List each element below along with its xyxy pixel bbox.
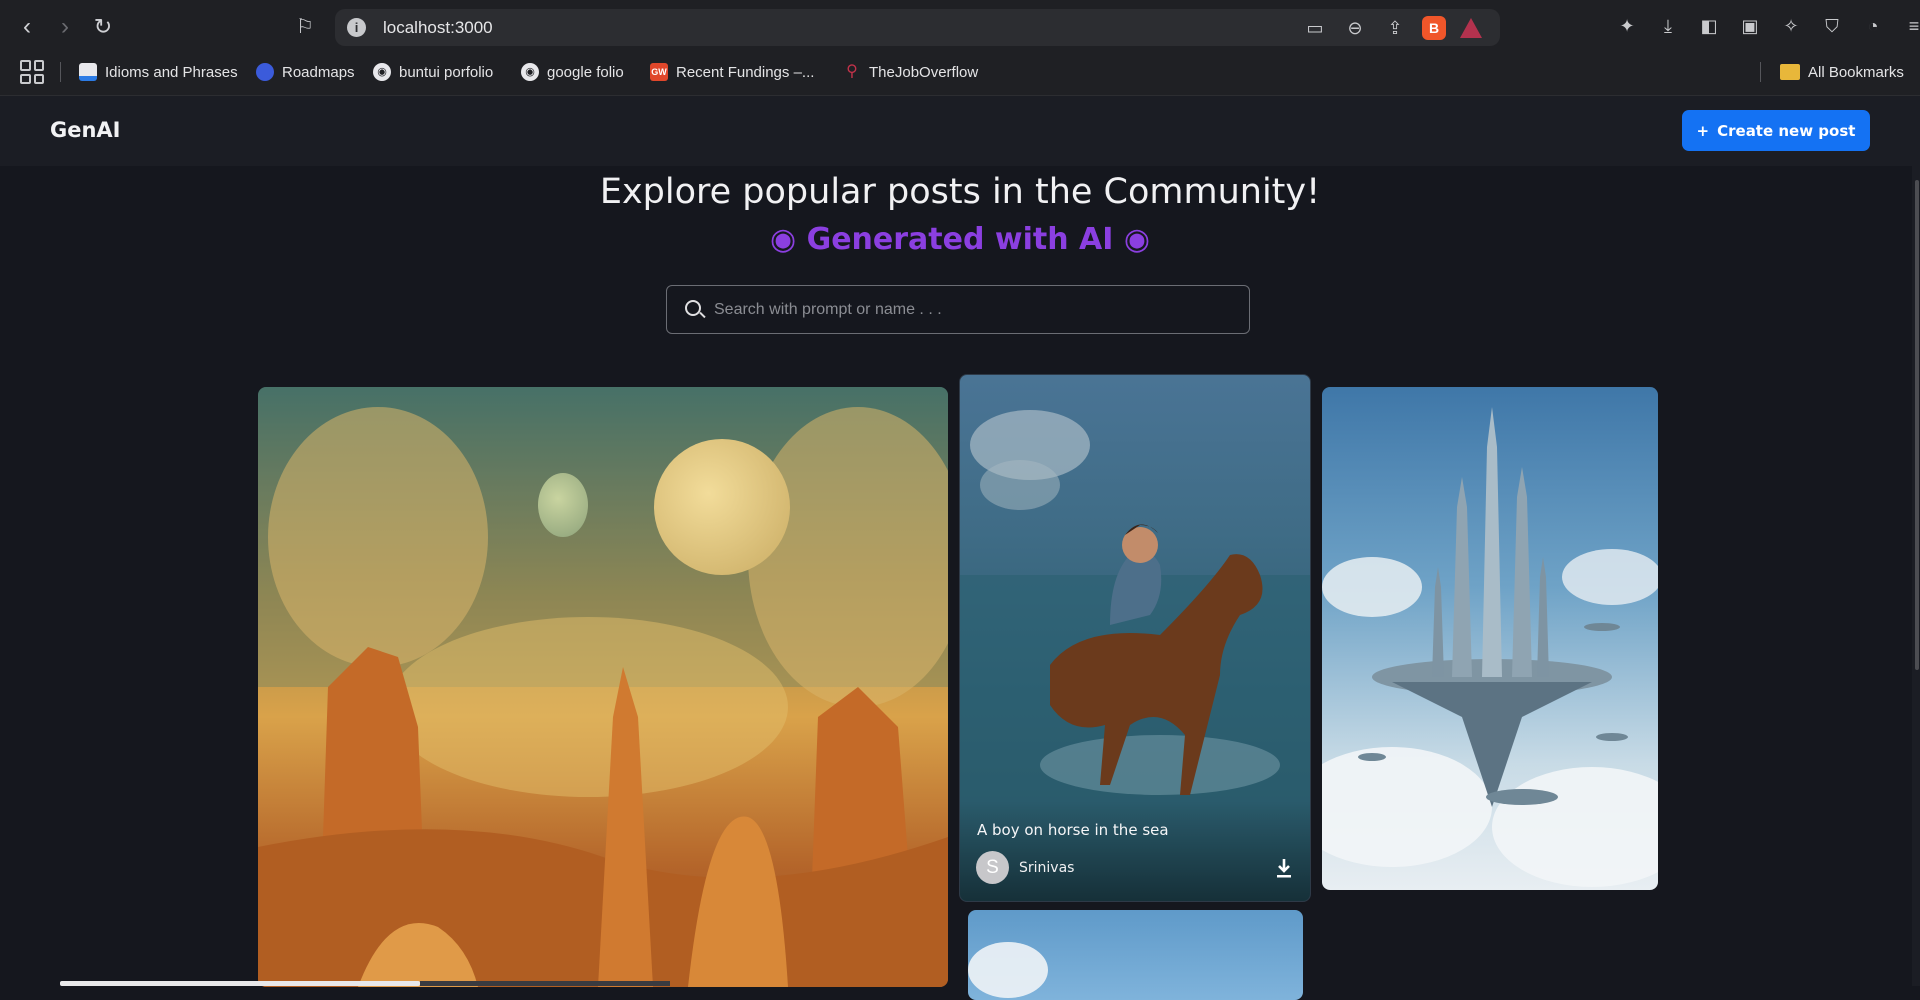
brave-shields-icon[interactable]: B	[1422, 16, 1446, 40]
bookmark-label: Idioms and Phrases	[105, 63, 238, 81]
bookmark-icon[interactable]: ⚐	[296, 14, 314, 39]
idioms-favicon-icon	[79, 63, 97, 81]
bookmark-buntui[interactable]: ◉ buntui porfolio	[373, 60, 493, 84]
all-bookmarks[interactable]: All Bookmarks	[1780, 60, 1904, 84]
bookmark-jobo[interactable]: ⚲ TheJobOverflow	[843, 60, 978, 84]
bookmark-label: google folio	[547, 63, 624, 81]
leo-ai-icon[interactable]: ✧	[1778, 14, 1804, 38]
all-bookmarks-label: All Bookmarks	[1808, 63, 1904, 81]
bookmark-separator	[1760, 62, 1761, 82]
bookmark-roadmaps[interactable]: Roadmaps	[256, 60, 355, 84]
post-card-sky[interactable]	[968, 910, 1303, 1000]
url-text[interactable]: localhost:3000	[383, 18, 493, 38]
menu-icon[interactable]: ≡	[1901, 14, 1920, 38]
moon-small	[538, 473, 588, 537]
share-icon[interactable]: ⇪	[1382, 16, 1408, 40]
create-post-button[interactable]: + Create new post	[1682, 110, 1870, 151]
folder-icon	[1780, 64, 1800, 80]
plus-icon: +	[1696, 121, 1710, 140]
bookmark-label: TheJobOverflow	[869, 63, 979, 81]
zoom-out-icon[interactable]: ⊖	[1342, 16, 1368, 40]
vpn-icon[interactable]: ⛉	[1819, 14, 1845, 38]
search-box[interactable]	[666, 285, 1250, 334]
avatar: S	[976, 851, 1009, 884]
reload-icon[interactable]: ↻	[88, 12, 118, 42]
bookmark-idioms[interactable]: Idioms and Phrases	[79, 60, 238, 84]
post-card-desert[interactable]	[258, 387, 948, 987]
download-icon[interactable]: ⤓	[1655, 14, 1681, 38]
back-icon[interactable]: ‹	[12, 12, 42, 42]
create-post-label: Create new post	[1717, 121, 1856, 140]
jobo-favicon-icon: ⚲	[846, 63, 858, 80]
post-card-city[interactable]	[1322, 387, 1658, 890]
extensions-icon[interactable]: ✦	[1614, 14, 1640, 38]
sidebar-icon[interactable]: ◧	[1696, 14, 1722, 38]
author-name: Srinivas	[1019, 859, 1075, 876]
github-icon: ◉	[521, 63, 539, 81]
horizontal-scrollbar-thumb[interactable]	[60, 981, 420, 986]
desert-image	[258, 387, 948, 987]
bookmark-google-folio[interactable]: ◉ google folio	[521, 60, 624, 84]
page-subtitle: ◉ Generated with AI ◉	[769, 222, 1151, 257]
brave-rewards-icon[interactable]	[1460, 18, 1482, 38]
wallet-icon[interactable]: ▣	[1737, 14, 1763, 38]
app-header: GenAI + Create new post	[0, 96, 1920, 166]
city-image	[1322, 407, 1658, 887]
site-info-icon[interactable]: i	[347, 18, 366, 37]
gw-favicon-icon: GW	[650, 63, 668, 81]
cast-icon[interactable]: ▭	[1302, 16, 1328, 40]
roadmaps-favicon-icon	[256, 63, 274, 81]
bookmark-separator	[60, 62, 61, 82]
bookmark-recent-fundings[interactable]: GW Recent Fundings –...	[650, 60, 814, 84]
bookmark-label: Roadmaps	[282, 63, 355, 81]
github-icon: ◉	[373, 63, 391, 81]
post-card-horse[interactable]: A boy on horse in the sea S Srinivas	[959, 374, 1311, 902]
page-title: Explore popular posts in the Community!	[599, 172, 1321, 212]
profile-icon[interactable]: ◔	[1860, 14, 1886, 38]
sky-image	[968, 942, 1048, 998]
apps-icon[interactable]	[20, 60, 44, 84]
search-icon	[685, 300, 701, 316]
post-prompt: A boy on horse in the sea	[977, 821, 1169, 839]
horizontal-scrollbar-track[interactable]	[420, 981, 670, 986]
bookmark-label: buntui porfolio	[399, 63, 494, 81]
search-input[interactable]	[714, 286, 1234, 333]
forward-icon[interactable]: ›	[50, 12, 80, 42]
logo[interactable]: GenAI	[50, 118, 121, 142]
bookmark-label: Recent Fundings –...	[676, 63, 815, 81]
address-bar[interactable]: i localhost:3000 ▭ ⊖ ⇪ B	[335, 9, 1500, 46]
download-icon[interactable]	[1274, 857, 1294, 879]
post-author: S Srinivas	[976, 851, 1074, 884]
moon-large	[654, 439, 790, 575]
